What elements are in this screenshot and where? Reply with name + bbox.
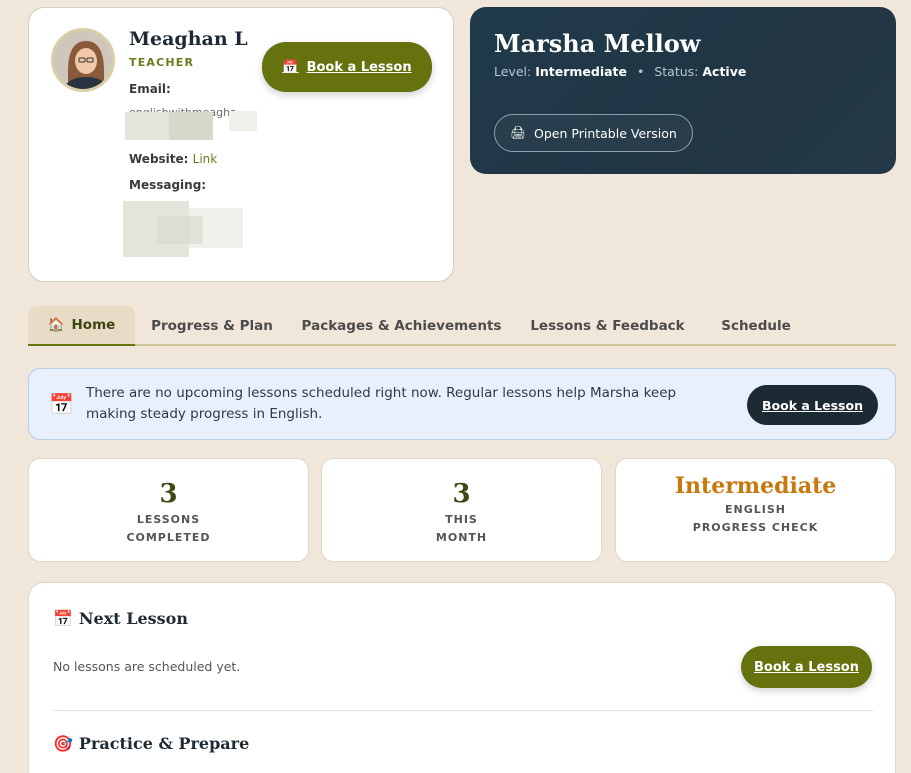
print-button-label: Open Printable Version — [534, 125, 677, 141]
tab-lessons-feedback[interactable]: Lessons & Feedback — [524, 306, 691, 346]
redacted-block — [229, 111, 257, 131]
tab-home-label: Home — [71, 317, 116, 333]
stat-lessons-completed: 3 LESSONS COMPLETED — [28, 458, 309, 562]
alert-book-lesson-button[interactable]: Book a Lesson — [747, 385, 878, 425]
stat-label-line2: MONTH — [435, 531, 488, 544]
stat-label-line1: LESSONS — [136, 513, 201, 526]
next-lesson-book-label: Book a Lesson — [753, 659, 859, 675]
teacher-avatar — [51, 28, 115, 92]
alert-text: There are no upcoming lessons scheduled … — [86, 385, 677, 422]
stat-label-line2: COMPLETED — [126, 531, 211, 544]
tab-bar: 🏠 Home Progress & Plan Packages & Achiev… — [28, 306, 896, 346]
calendar-icon: 📅 — [53, 609, 73, 628]
student-header-card: Marsha Mellow Level: Intermediate • Stat… — [470, 7, 896, 174]
teacher-book-lesson-button[interactable]: 📅 Book a Lesson — [262, 42, 432, 92]
next-lesson-title: Next Lesson — [78, 609, 188, 628]
website-link[interactable]: Link — [193, 152, 218, 166]
practice-heading: 🎯 Practice & Prepare — [53, 734, 249, 753]
tab-progress-plan[interactable]: Progress & Plan — [146, 306, 278, 346]
stat-value: 3 — [452, 479, 471, 509]
tab-progress-plan-label: Progress & Plan — [151, 318, 273, 334]
website-label: Website: — [129, 152, 189, 166]
level-value: Intermediate — [535, 64, 627, 79]
stat-label-line1: THIS — [445, 513, 478, 526]
printer-icon: 🖨 — [510, 125, 527, 140]
stat-progress-check: Intermediate ENGLISH PROGRESS CHECK — [615, 458, 896, 562]
tab-schedule-label: Schedule — [721, 318, 791, 334]
calendar-icon: 📅 — [49, 392, 74, 416]
level-label: Level: — [494, 64, 532, 79]
redacted-block — [169, 112, 213, 140]
target-icon: 🎯 — [53, 734, 73, 753]
open-printable-version-button[interactable]: 🖨 Open Printable Version — [494, 114, 693, 152]
email-label: Email: — [129, 82, 171, 96]
teacher-name: Meaghan L — [129, 28, 248, 50]
teacher-role: TEACHER — [129, 56, 195, 69]
teacher-card: Meaghan L TEACHER Email: englishwithmeag… — [28, 7, 454, 282]
separator-dot: • — [636, 64, 645, 79]
website-field: Website: Link — [129, 152, 217, 166]
teacher-book-lesson-label: Book a Lesson — [306, 59, 412, 75]
home-panel: 📅 Next Lesson No lessons are scheduled y… — [28, 582, 896, 773]
home-icon: 🏠 — [47, 317, 65, 333]
redacted-block — [157, 216, 203, 244]
student-name: Marsha Mellow — [494, 29, 701, 58]
tab-packages-achievements[interactable]: Packages & Achievements — [298, 306, 505, 346]
stat-value: Intermediate — [674, 473, 837, 499]
next-lesson-empty-text: No lessons are scheduled yet. — [53, 659, 241, 674]
tab-schedule[interactable]: Schedule — [710, 306, 802, 346]
stat-value: 3 — [159, 479, 178, 509]
next-lesson-book-button[interactable]: Book a Lesson — [741, 646, 872, 688]
tab-lessons-label: Lessons & Feedback — [530, 318, 685, 334]
no-lessons-alert: 📅 There are no upcoming lessons schedule… — [28, 368, 896, 440]
next-lesson-heading: 📅 Next Lesson — [53, 609, 188, 628]
messaging-label: Messaging: — [129, 178, 207, 192]
practice-title: Practice & Prepare — [78, 734, 250, 753]
stat-label-line1: ENGLISH — [725, 503, 786, 516]
tab-home[interactable]: 🏠 Home — [28, 306, 135, 346]
stat-this-month: 3 THIS MONTH — [321, 458, 602, 562]
section-divider — [53, 710, 873, 711]
status-label: Status: — [654, 64, 699, 79]
tab-packages-label: Packages & Achievements — [301, 318, 502, 334]
stat-label-line2: PROGRESS CHECK — [692, 521, 819, 534]
status-value: Active — [702, 64, 747, 79]
calendar-icon: 📅 — [282, 59, 299, 75]
student-meta: Level: Intermediate • Status: Active — [494, 64, 746, 79]
